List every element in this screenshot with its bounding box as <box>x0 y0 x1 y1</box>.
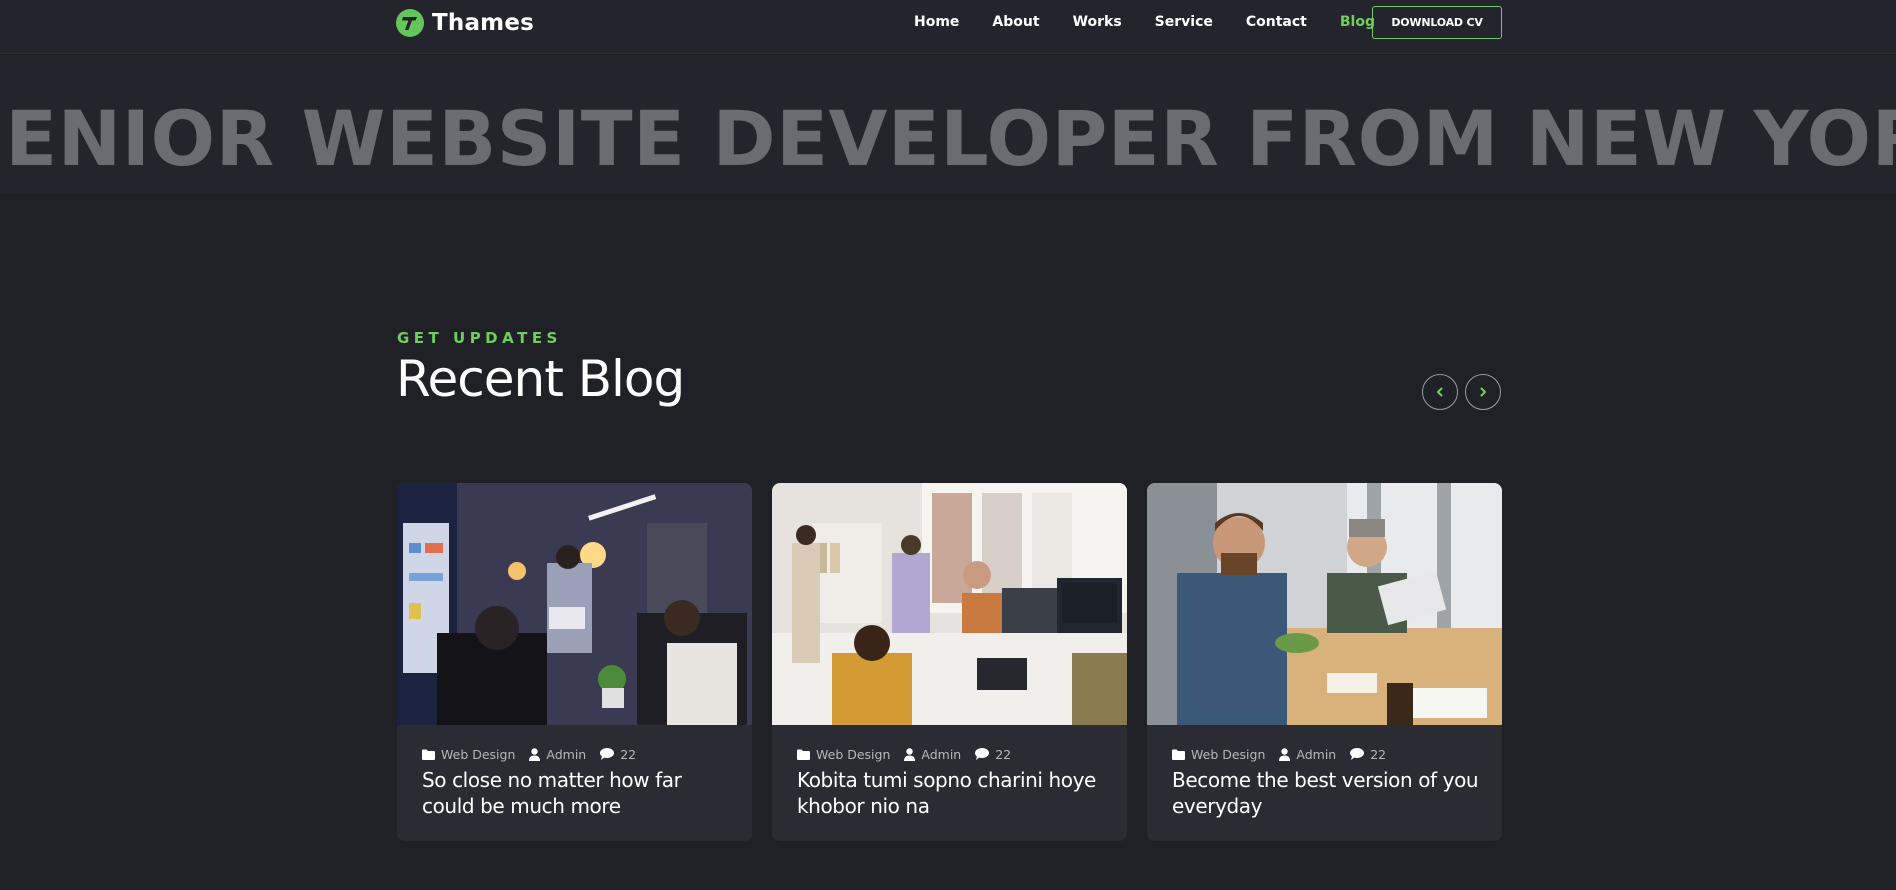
blog-card[interactable]: Web Design Admin 22 Kobita tumi sopno ch… <box>772 483 1127 841</box>
meta-author[interactable]: Admin <box>529 747 586 762</box>
blog-card-image[interactable] <box>772 483 1127 725</box>
blog-card-title[interactable]: Kobita tumi sopno charini hoye khobor ni… <box>797 767 1107 819</box>
chevron-right-icon <box>1480 387 1486 397</box>
brand-name: Thames <box>432 10 535 36</box>
comments-count: 22 <box>995 746 1012 762</box>
folder-icon <box>422 749 435 760</box>
carousel-prev-button[interactable] <box>1422 374 1458 410</box>
download-cv-button[interactable]: DOWNLOAD CV <box>1372 6 1502 39</box>
marquee-text: SENIOR WEBSITE DEVELOPER FROM NEW YORK *… <box>0 94 1896 183</box>
blog-card-title[interactable]: So close no matter how far could be much… <box>422 767 732 819</box>
brand-link[interactable]: Thames <box>396 9 534 37</box>
user-icon <box>1279 747 1291 761</box>
user-icon <box>904 747 916 761</box>
blog-card-meta: Web Design Admin 22 <box>422 746 636 762</box>
nav-home[interactable]: Home <box>914 14 959 30</box>
carousel-next-button[interactable] <box>1465 374 1501 410</box>
chevron-left-icon <box>1437 387 1443 397</box>
section-eyebrow: GET UPDATES <box>397 329 562 347</box>
category-label: Web Design <box>1191 746 1266 762</box>
marquee-banner: SENIOR WEBSITE DEVELOPER FROM NEW YORK *… <box>0 55 1896 193</box>
meta-category[interactable]: Web Design <box>1172 747 1265 762</box>
main-nav: Home About Works Service Contact Blog <box>914 12 1375 32</box>
folder-icon <box>797 749 810 760</box>
folder-icon <box>1172 749 1185 760</box>
author-label: Admin <box>1296 746 1337 762</box>
meta-author[interactable]: Admin <box>904 747 961 762</box>
nav-works[interactable]: Works <box>1073 14 1122 30</box>
section-title: Recent Blog <box>396 350 685 408</box>
thames-logo-icon <box>396 9 424 37</box>
meta-comments[interactable]: 22 <box>1350 747 1386 762</box>
blog-card-title[interactable]: Become the best version of you everyday <box>1172 767 1482 819</box>
comment-icon <box>1350 748 1365 760</box>
meta-comments[interactable]: 22 <box>600 747 636 762</box>
nav-contact[interactable]: Contact <box>1246 14 1307 30</box>
meta-comments[interactable]: 22 <box>975 747 1011 762</box>
meta-category[interactable]: Web Design <box>422 747 515 762</box>
meta-author[interactable]: Admin <box>1279 747 1336 762</box>
blog-card[interactable]: Web Design Admin 22 Become the best vers… <box>1147 483 1502 841</box>
nav-about[interactable]: About <box>992 14 1039 30</box>
comment-icon <box>975 748 990 760</box>
nav-blog[interactable]: Blog <box>1340 14 1375 30</box>
site-header: Thames Home About Works Service Contact … <box>0 0 1896 54</box>
author-label: Admin <box>546 746 587 762</box>
nav-service[interactable]: Service <box>1155 14 1213 30</box>
category-label: Web Design <box>441 746 516 762</box>
blog-card-image[interactable] <box>1147 483 1502 725</box>
category-label: Web Design <box>816 746 891 762</box>
blog-card[interactable]: Web Design Admin 22 So close no matter h… <box>397 483 752 841</box>
comments-count: 22 <box>620 746 637 762</box>
author-label: Admin <box>921 746 962 762</box>
comment-icon <box>600 748 615 760</box>
comments-count: 22 <box>1370 746 1387 762</box>
user-icon <box>529 747 541 761</box>
meta-category[interactable]: Web Design <box>797 747 890 762</box>
blog-card-meta: Web Design Admin 22 <box>1172 746 1386 762</box>
blog-card-meta: Web Design Admin 22 <box>797 746 1011 762</box>
blog-card-image[interactable] <box>397 483 752 725</box>
